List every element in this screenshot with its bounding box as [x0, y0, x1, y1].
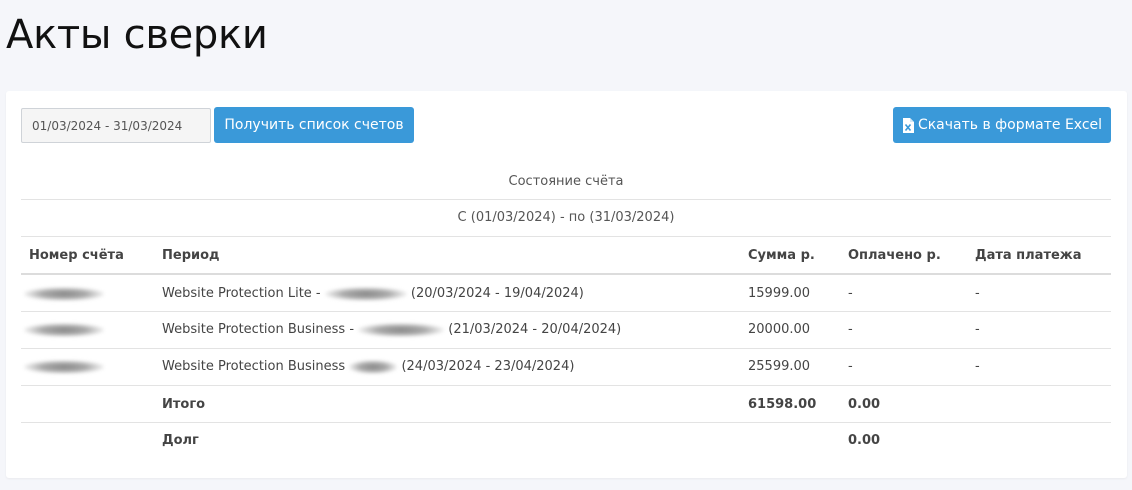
total-label: Итого: [162, 397, 206, 412]
divider: [21, 311, 1111, 312]
row-paid: -: [848, 322, 853, 337]
divider: [21, 385, 1111, 386]
row-period: Website Protection Business (24/03/2024 …: [162, 359, 575, 374]
row-period: Website Protection Business - (21/03/202…: [162, 322, 622, 337]
divider: [21, 199, 1111, 200]
get-invoices-button[interactable]: Получить список счетов: [214, 107, 414, 143]
download-excel-button[interactable]: Скачать в формате Excel: [893, 107, 1111, 143]
header-payment-date: Дата платежа: [975, 248, 1082, 263]
divider: [21, 348, 1111, 349]
download-excel-label: Скачать в формате Excel: [917, 117, 1103, 133]
row-payment-date: -: [975, 286, 980, 301]
divider: [21, 236, 1111, 237]
invoice-number-redacted: [24, 286, 104, 301]
row-paid: -: [848, 359, 853, 374]
row-payment-date: -: [975, 322, 980, 337]
header-invoice-number: Номер счёта: [29, 248, 124, 263]
redacted-value: [349, 359, 398, 374]
page-title: Акты сверки: [6, 12, 268, 58]
row-sum: 20000.00: [748, 322, 811, 337]
invoice-number-redacted: [24, 322, 104, 337]
excel-file-icon: [902, 117, 914, 133]
account-status-title: Состояние счёта: [508, 174, 624, 189]
debt-amount: 0.00: [848, 433, 881, 448]
reconciliation-card: Получить список счетов Скачать в формате…: [6, 91, 1127, 478]
row-sum: 15999.00: [748, 286, 811, 301]
debt-label: Долг: [162, 433, 199, 448]
row-payment-date: -: [975, 359, 980, 374]
header-sum: Сумма р.: [748, 248, 815, 263]
header-period: Период: [162, 248, 220, 263]
invoice-number-redacted: [24, 359, 104, 374]
row-paid: -: [848, 286, 853, 301]
header-paid: Оплачено р.: [848, 248, 941, 263]
total-paid: 0.00: [848, 397, 881, 412]
row-period: Website Protection Lite - (20/03/2024 - …: [162, 286, 584, 301]
redacted-value: [324, 286, 407, 301]
row-sum: 25599.00: [748, 359, 811, 374]
header-divider: [21, 273, 1111, 275]
account-status-period: С (01/03/2024) - по (31/03/2024): [457, 210, 675, 225]
divider: [21, 422, 1111, 423]
date-range-input[interactable]: [21, 108, 211, 143]
redacted-value: [358, 322, 445, 337]
total-sum: 61598.00: [748, 397, 817, 412]
